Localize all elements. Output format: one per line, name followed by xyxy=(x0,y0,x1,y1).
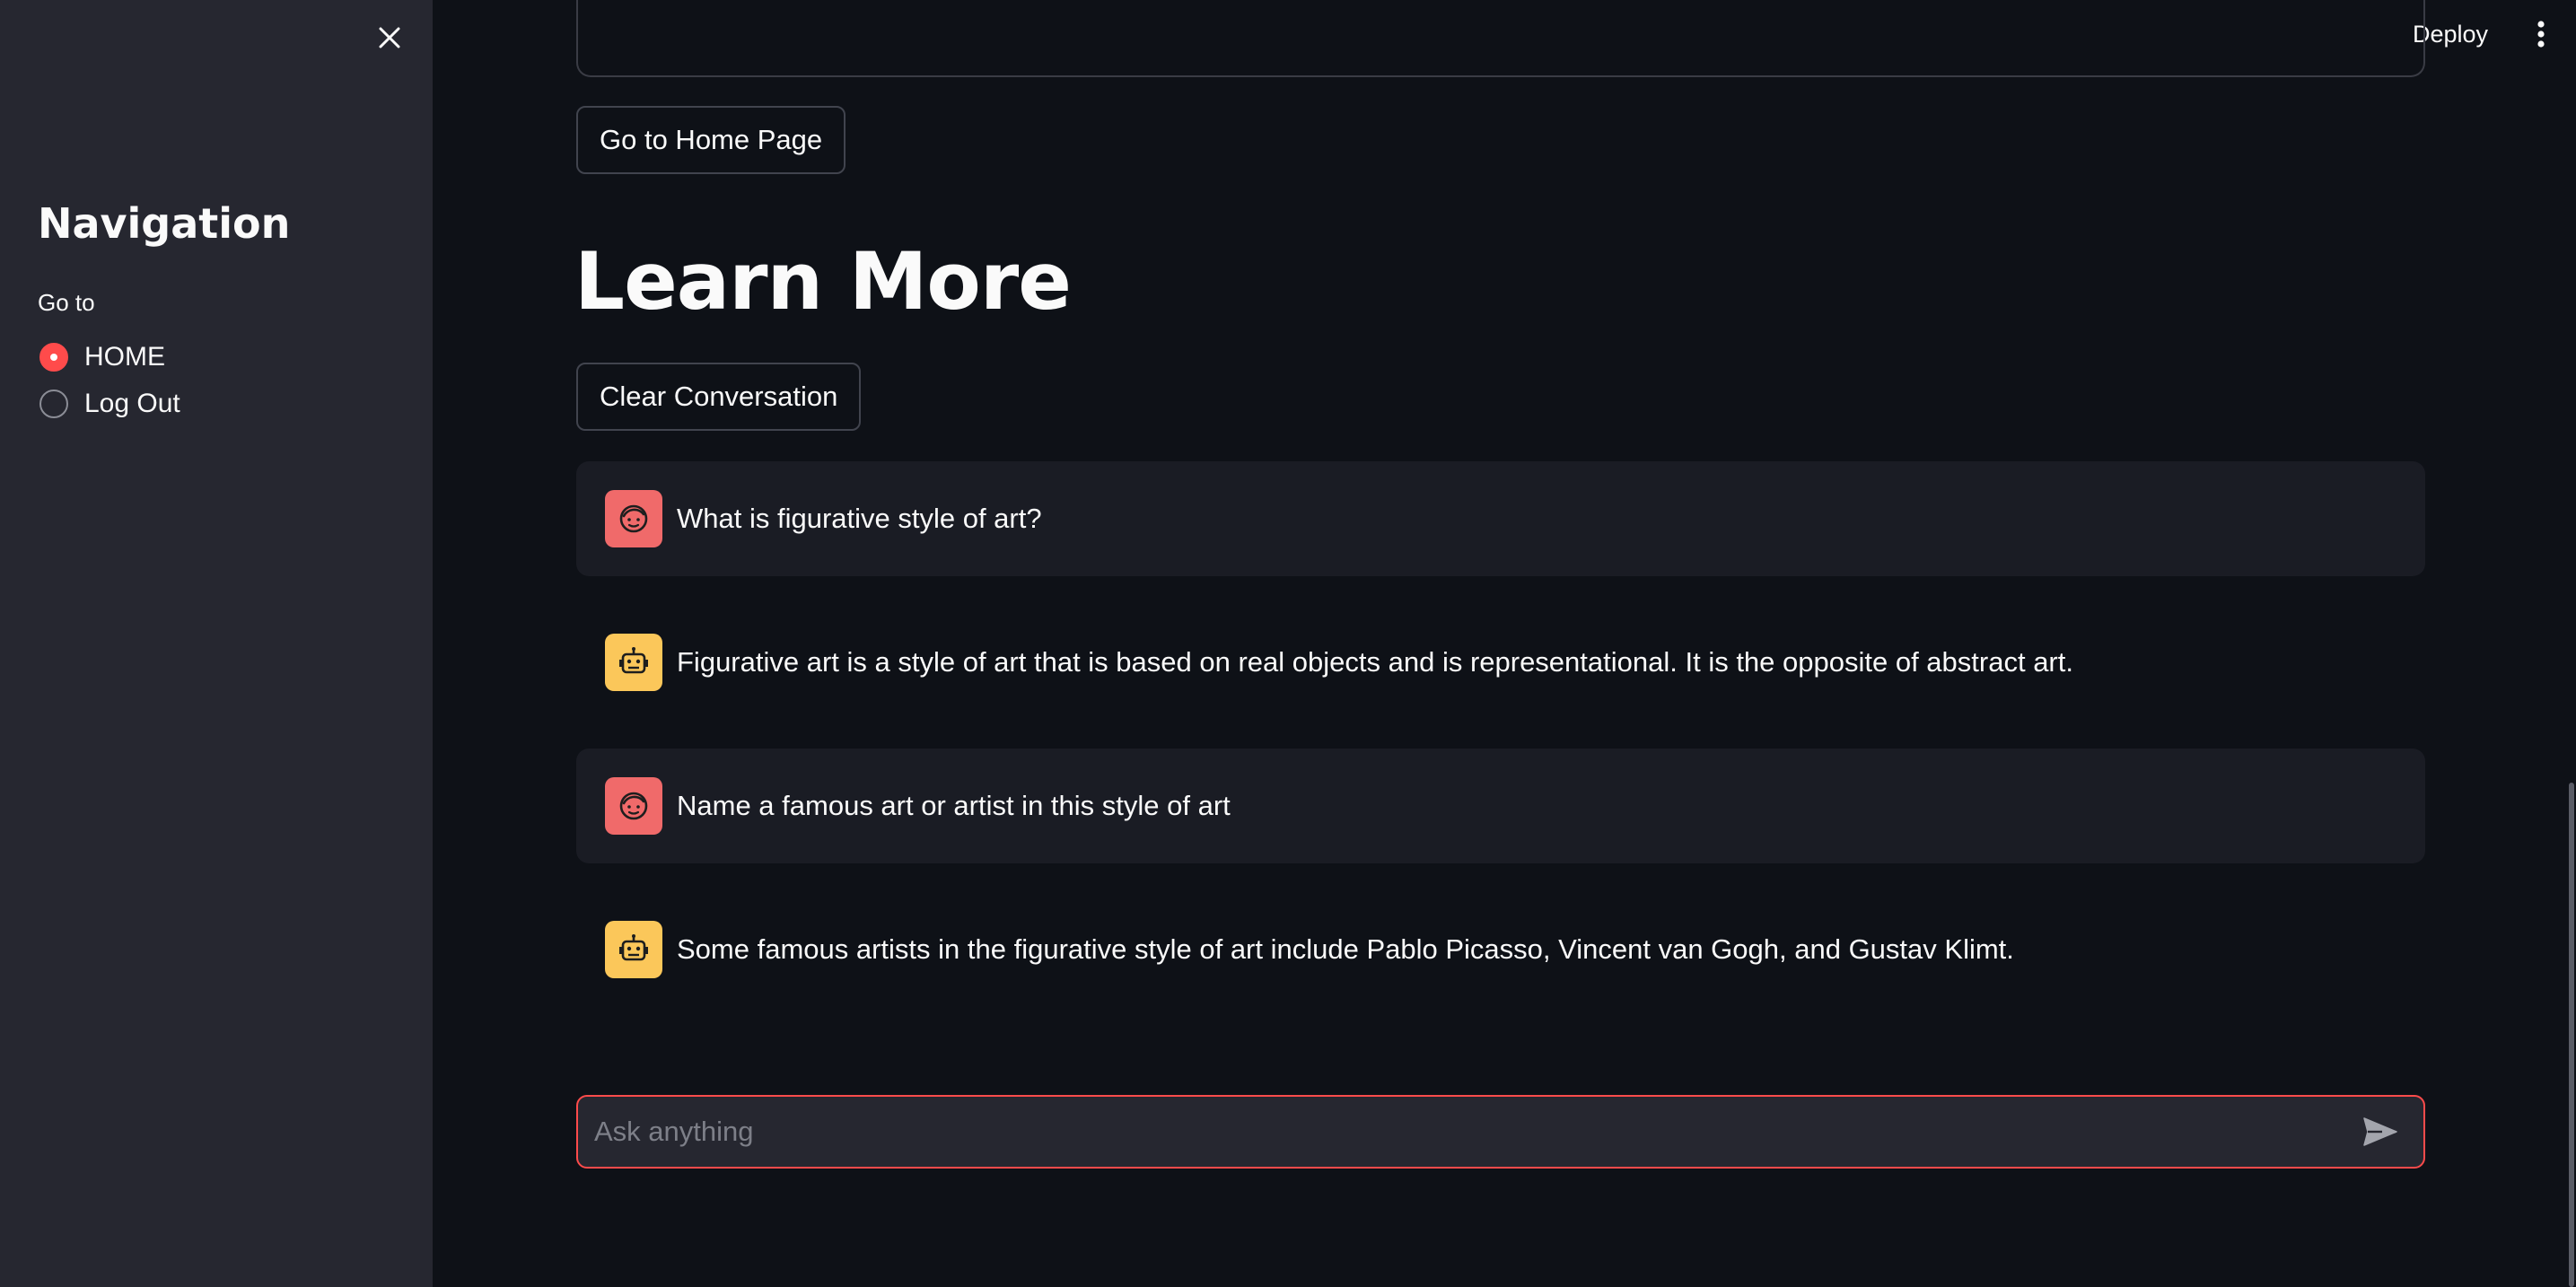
user-avatar xyxy=(605,777,662,835)
radio-option-label: HOME xyxy=(84,342,165,372)
chat-message-user: What is figurative style of art? xyxy=(576,461,2425,576)
app: Navigation Go to HOME Log Out Deploy Go … xyxy=(0,0,2576,1287)
sidebar-close-button[interactable] xyxy=(370,18,409,57)
radio-button-selected[interactable] xyxy=(39,343,68,372)
assistant-avatar xyxy=(605,634,662,691)
sidebar-title: Navigation xyxy=(38,199,291,248)
close-icon xyxy=(379,27,400,48)
go-to-home-page-button[interactable]: Go to Home Page xyxy=(576,106,846,174)
radio-group-label: Go to xyxy=(38,289,95,316)
robot-icon xyxy=(619,934,648,961)
clear-conversation-button[interactable]: Clear Conversation xyxy=(576,363,862,431)
message-text: What is figurative style of art? xyxy=(677,503,1042,534)
sidebar: Navigation Go to HOME Log Out xyxy=(0,0,433,1287)
chat-message-user: Name a famous art or artist in this styl… xyxy=(576,749,2425,863)
scrollbar-thumb[interactable] xyxy=(2569,783,2574,1287)
radio-option-log-out[interactable]: Log Out xyxy=(39,384,180,424)
message-text: Figurative art is a style of art that is… xyxy=(677,646,2073,678)
chat-input-container xyxy=(576,1095,2425,1169)
user-face-icon xyxy=(619,792,648,820)
message-text: Some famous artists in the figurative st… xyxy=(677,933,2014,965)
user-face-icon xyxy=(619,504,648,533)
user-avatar xyxy=(605,490,662,547)
more-vertical-icon xyxy=(2537,21,2545,48)
radio-option-home[interactable]: HOME xyxy=(39,337,165,377)
message-text: Name a famous art or artist in this styl… xyxy=(677,790,1231,821)
chat-input[interactable] xyxy=(578,1097,2353,1167)
assistant-avatar xyxy=(605,921,662,978)
send-icon xyxy=(2363,1117,2397,1146)
page-title: Learn More xyxy=(574,235,1072,328)
chat-message-assistant: Figurative art is a style of art that is… xyxy=(576,605,2425,720)
send-button[interactable] xyxy=(2353,1105,2407,1159)
radio-button[interactable] xyxy=(39,390,68,418)
robot-icon xyxy=(619,647,648,674)
scrolled-element-edge xyxy=(576,0,2425,77)
chat-message-assistant: Some famous artists in the figurative st… xyxy=(576,892,2425,1007)
main-menu-button[interactable] xyxy=(2526,16,2556,52)
radio-option-label: Log Out xyxy=(84,389,180,418)
